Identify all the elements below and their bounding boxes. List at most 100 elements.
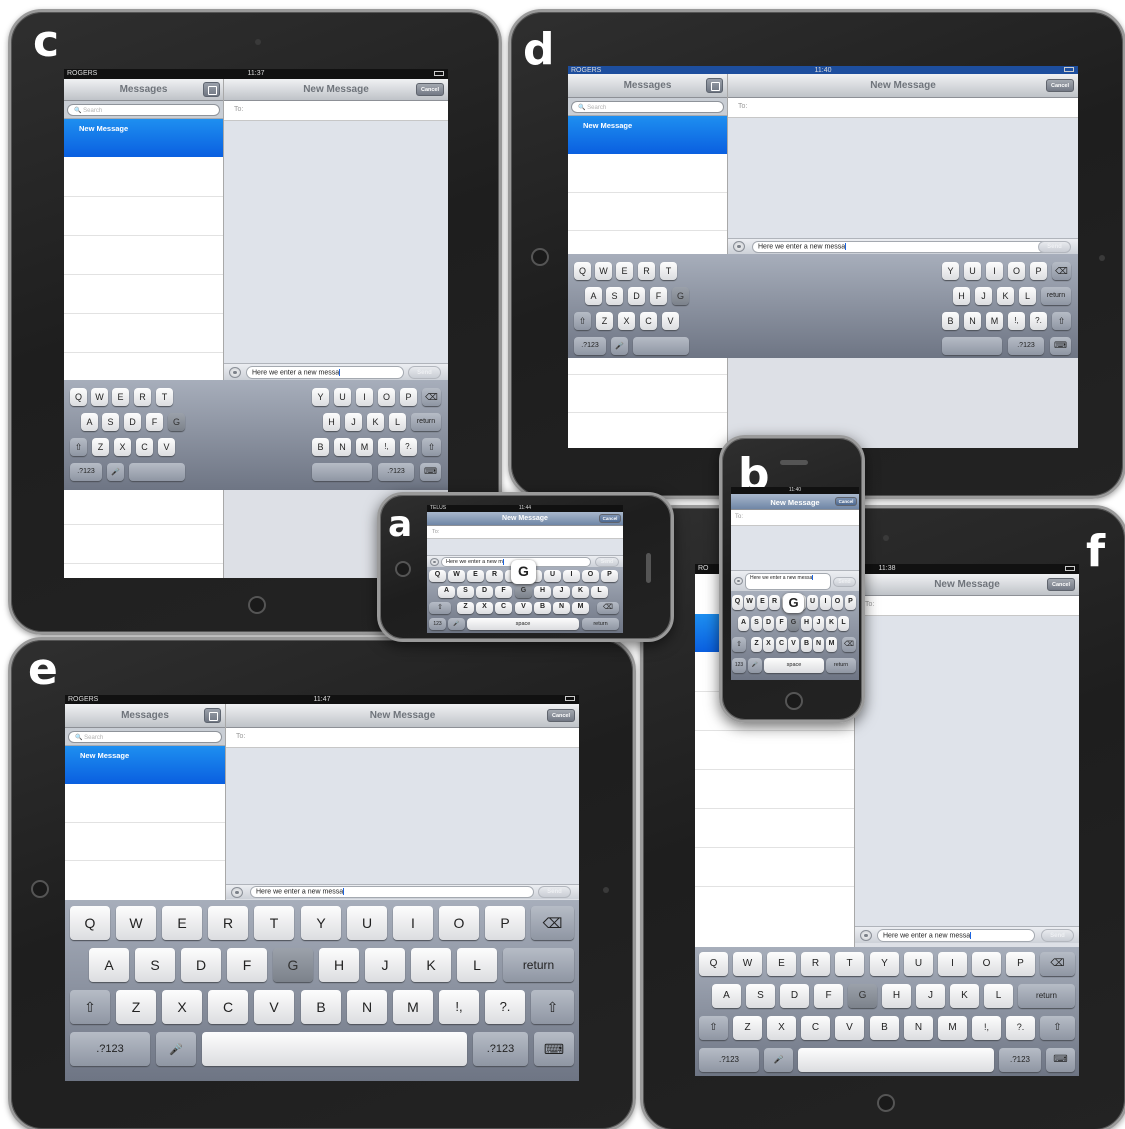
key-n[interactable]: N bbox=[553, 602, 570, 614]
cancel-button[interactable]: Cancel bbox=[599, 514, 621, 523]
camera-icon[interactable] bbox=[430, 558, 439, 566]
key-h[interactable]: H bbox=[953, 287, 970, 305]
key-k[interactable]: K bbox=[826, 616, 837, 631]
key-y[interactable]: Y bbox=[942, 262, 959, 280]
key-exclamation[interactable]: !, bbox=[439, 990, 479, 1024]
home-button[interactable] bbox=[31, 880, 49, 898]
key-v[interactable]: V bbox=[158, 438, 175, 456]
search-input[interactable]: 🔍 Search bbox=[68, 731, 222, 743]
conversation-new-message[interactable]: New Message bbox=[65, 746, 225, 784]
key-i[interactable]: I bbox=[820, 595, 831, 610]
key-w[interactable]: W bbox=[91, 388, 108, 406]
return-key[interactable]: return bbox=[1041, 287, 1071, 305]
key-b[interactable]: B bbox=[312, 438, 329, 456]
send-button[interactable]: Send bbox=[1041, 929, 1074, 942]
key-c[interactable]: C bbox=[208, 990, 248, 1024]
microphone-icon[interactable]: 🎤 bbox=[764, 1048, 793, 1072]
key-o[interactable]: O bbox=[378, 388, 395, 406]
message-input[interactable]: Here we enter a new messa bbox=[877, 929, 1035, 942]
key-e[interactable]: E bbox=[112, 388, 129, 406]
key-n[interactable]: N bbox=[813, 637, 824, 652]
key-p[interactable]: P bbox=[845, 595, 856, 610]
key-s[interactable]: S bbox=[102, 413, 119, 431]
key-f[interactable]: F bbox=[776, 616, 787, 631]
key-k[interactable]: K bbox=[411, 948, 451, 982]
cancel-button[interactable]: Cancel bbox=[416, 83, 444, 96]
key-q[interactable]: Q bbox=[574, 262, 591, 280]
keyboard-dismiss-icon[interactable]: ⌨ bbox=[534, 1032, 574, 1066]
delete-key[interactable]: ⌫ bbox=[1052, 262, 1071, 280]
key-r[interactable]: R bbox=[638, 262, 655, 280]
key-u[interactable]: U bbox=[964, 262, 981, 280]
key-x[interactable]: X bbox=[763, 637, 774, 652]
key-i[interactable]: I bbox=[563, 570, 580, 582]
shift-key[interactable]: ⇧ bbox=[429, 602, 451, 614]
shift-key[interactable]: ⇧ bbox=[732, 637, 746, 652]
key-v[interactable]: V bbox=[254, 990, 294, 1024]
key-p[interactable]: P bbox=[1030, 262, 1047, 280]
key-n[interactable]: N bbox=[347, 990, 387, 1024]
numbers-key-right[interactable]: .?123 bbox=[1008, 337, 1044, 355]
key-question[interactable]: ?. bbox=[400, 438, 417, 456]
key-exclamation[interactable]: !, bbox=[1008, 312, 1025, 330]
key-m[interactable]: M bbox=[356, 438, 373, 456]
search-input[interactable]: 🔍 Search bbox=[571, 101, 724, 113]
key-p[interactable]: P bbox=[601, 570, 618, 582]
cancel-button[interactable]: Cancel bbox=[1046, 79, 1074, 92]
shift-key[interactable]: ⇧ bbox=[70, 990, 110, 1024]
send-button[interactable]: Send bbox=[595, 557, 619, 567]
key-h[interactable]: H bbox=[319, 948, 359, 982]
key-a[interactable]: A bbox=[738, 616, 749, 631]
key-b[interactable]: B bbox=[870, 1016, 899, 1040]
message-input[interactable]: Here we enter a new messa bbox=[246, 366, 404, 379]
key-z[interactable]: Z bbox=[596, 312, 613, 330]
numbers-key-right[interactable]: .?123 bbox=[473, 1032, 528, 1066]
shift-key-right[interactable]: ⇧ bbox=[422, 438, 441, 456]
key-j[interactable]: J bbox=[813, 616, 824, 631]
key-x[interactable]: X bbox=[767, 1016, 796, 1040]
key-y[interactable]: Y bbox=[312, 388, 329, 406]
key-d[interactable]: D bbox=[628, 287, 645, 305]
numbers-key-right[interactable]: .?123 bbox=[999, 1048, 1041, 1072]
key-r[interactable]: R bbox=[801, 952, 830, 976]
space-key[interactable] bbox=[633, 337, 689, 355]
key-l[interactable]: L bbox=[591, 586, 608, 598]
to-field[interactable]: To: bbox=[728, 98, 1078, 118]
home-button[interactable] bbox=[877, 1094, 895, 1112]
key-o[interactable]: O bbox=[439, 906, 479, 940]
key-t[interactable]: T bbox=[254, 906, 294, 940]
key-o[interactable]: O bbox=[972, 952, 1001, 976]
key-f[interactable]: F bbox=[814, 984, 843, 1008]
space-key[interactable]: space bbox=[764, 658, 824, 673]
key-s[interactable]: S bbox=[135, 948, 175, 982]
return-key[interactable]: return bbox=[1018, 984, 1075, 1008]
key-u[interactable]: U bbox=[347, 906, 387, 940]
delete-key[interactable]: ⌫ bbox=[531, 906, 574, 940]
key-j[interactable]: J bbox=[916, 984, 945, 1008]
key-z[interactable]: Z bbox=[457, 602, 474, 614]
keyboard-dismiss-icon[interactable]: ⌨ bbox=[1046, 1048, 1075, 1072]
key-w[interactable]: W bbox=[744, 595, 755, 610]
key-t[interactable]: T bbox=[660, 262, 677, 280]
key-g[interactable]: G bbox=[848, 984, 877, 1008]
delete-key[interactable]: ⌫ bbox=[842, 637, 856, 652]
to-field[interactable]: To: bbox=[855, 596, 1079, 616]
shift-key[interactable]: ⇧ bbox=[574, 312, 591, 330]
key-q[interactable]: Q bbox=[699, 952, 728, 976]
key-u[interactable]: U bbox=[904, 952, 933, 976]
key-b[interactable]: B bbox=[534, 602, 551, 614]
shift-key-right[interactable]: ⇧ bbox=[531, 990, 574, 1024]
space-key[interactable] bbox=[798, 1048, 994, 1072]
key-i[interactable]: I bbox=[938, 952, 967, 976]
key-p[interactable]: P bbox=[1006, 952, 1035, 976]
key-s[interactable]: S bbox=[746, 984, 775, 1008]
key-x[interactable]: X bbox=[114, 438, 131, 456]
key-s[interactable]: S bbox=[751, 616, 762, 631]
send-button[interactable]: Send bbox=[833, 577, 856, 587]
microphone-icon[interactable]: 🎤 bbox=[107, 463, 124, 481]
key-g[interactable]: G bbox=[672, 287, 689, 305]
key-z[interactable]: Z bbox=[116, 990, 156, 1024]
key-f[interactable]: F bbox=[146, 413, 163, 431]
key-v[interactable]: V bbox=[662, 312, 679, 330]
delete-key[interactable]: ⌫ bbox=[1040, 952, 1075, 976]
